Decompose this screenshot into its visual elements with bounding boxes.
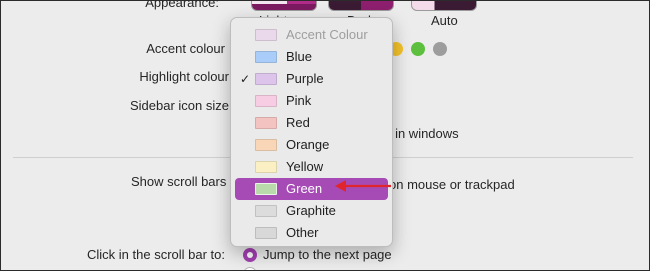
accent-colour-label: Accent colour [146, 41, 225, 56]
menu-item-purple[interactable]: ✓ Purple [235, 68, 388, 90]
menu-item-label: Accent Colour [286, 27, 368, 43]
menu-item-other[interactable]: Other [235, 222, 388, 244]
menu-item-blue[interactable]: Blue [235, 46, 388, 68]
colour-chip-icon [255, 50, 277, 63]
colour-chip-icon [255, 72, 277, 85]
menu-item-label: Orange [286, 137, 330, 153]
menu-item-pink[interactable]: Pink [235, 90, 388, 112]
menu-item-orange[interactable]: Orange [235, 134, 388, 156]
menu-item-accent-colour: Accent Colour [235, 24, 388, 46]
menu-item-label: Red [286, 115, 310, 131]
jump-next-page-label: Jump to the next page [263, 247, 392, 262]
appearance-auto-thumbnail[interactable] [411, 1, 477, 11]
appearance-label: Appearance: [145, 0, 219, 10]
highlight-colour-label: Highlight colour [139, 69, 229, 84]
colour-chip-icon [255, 116, 277, 129]
scroll-bars-option-text: on mouse or trackpad [389, 177, 515, 192]
menu-item-label: Pink [286, 93, 312, 109]
checkmark-icon: ✓ [239, 71, 251, 86]
colour-chip-icon [255, 182, 277, 195]
menu-item-red[interactable]: Red [235, 112, 388, 134]
menu-item-label: Purple [286, 71, 324, 87]
click-scroll-bar-label: Click in the scroll bar to: [87, 247, 225, 262]
accent-swatch-green[interactable] [411, 42, 425, 56]
menu-item-yellow[interactable]: Yellow [235, 156, 388, 178]
menu-item-graphite[interactable]: Graphite [235, 200, 388, 222]
menu-item-label: Graphite [286, 203, 336, 219]
highlight-colour-menu: Accent Colour Blue ✓ Purple Pink Red Orange Yel… [230, 17, 393, 247]
menu-item-label: Green [286, 181, 323, 197]
colour-chip-icon [255, 94, 277, 107]
appearance-auto-label: Auto [431, 13, 458, 28]
colour-chip-icon [255, 160, 277, 173]
menu-item-label: Other [286, 225, 319, 241]
annotation-arrow [335, 180, 391, 192]
appearance-light-thumbnail[interactable] [251, 1, 317, 11]
appearance-dark-thumbnail[interactable] [328, 1, 394, 11]
sidebar-icon-size-label: Sidebar icon size [130, 98, 229, 113]
colour-chip-icon [255, 28, 277, 41]
menu-item-label: Blue [286, 49, 313, 65]
colour-chip-icon [255, 138, 277, 151]
jump-to-spot-radio[interactable] [243, 267, 257, 270]
colour-chip-icon [255, 204, 277, 217]
colour-chip-icon [255, 226, 277, 239]
jump-next-page-radio[interactable] [243, 248, 257, 262]
accent-swatch-graphite[interactable] [433, 42, 447, 56]
menu-item-label: Yellow [286, 159, 324, 175]
appearance-settings-pane: Appearance: Light Dark Auto Accent colou… [0, 0, 650, 271]
show-scroll-bars-label: Show scroll bars [131, 174, 227, 189]
